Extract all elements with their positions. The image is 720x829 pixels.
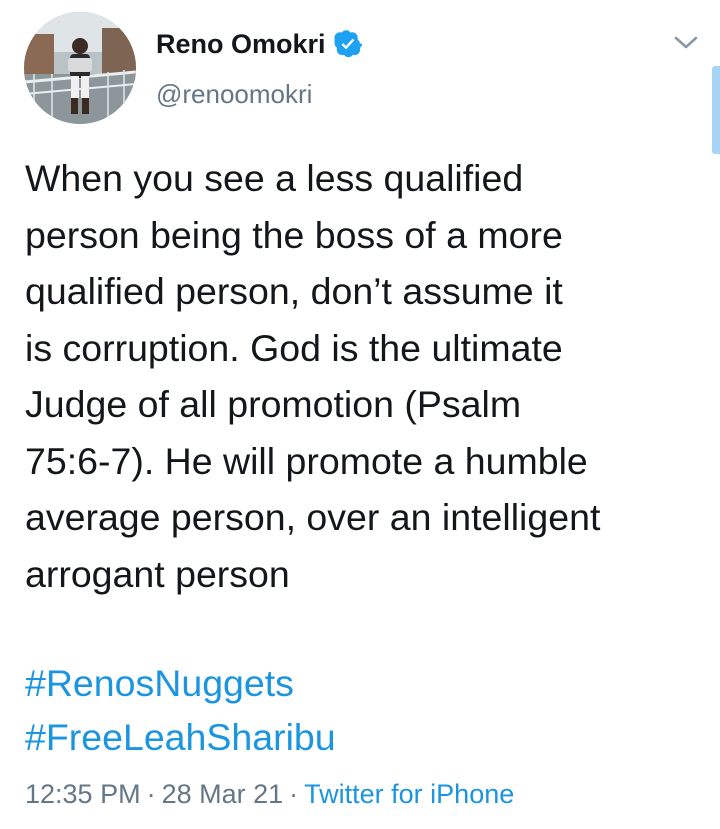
tweet-hashtags: #RenosNuggets #FreeLeahSharibu xyxy=(25,656,336,764)
chevron-down-icon xyxy=(674,36,698,49)
scrollbar-thumb[interactable] xyxy=(712,66,720,154)
meta-separator: · xyxy=(146,779,156,809)
tweet-date[interactable]: 28 Mar 21 xyxy=(162,779,284,809)
tweet-text-line: qualified person, don’t assume it xyxy=(25,270,563,312)
meta-separator: · xyxy=(289,779,299,809)
tweet-text-line: When you see a less qualified xyxy=(25,157,524,199)
tweet-menu-button[interactable] xyxy=(668,28,704,58)
tweet-text-line: arrogant person xyxy=(25,552,290,595)
tweet-metadata: 12:35 PM · 28 Mar 21 · Twitter for iPhone xyxy=(25,777,514,811)
tweet-text-line: 75:6-7). He will promote a humble xyxy=(25,439,588,482)
tweet-text-line: average person, over an intelligent xyxy=(25,496,601,538)
tweet-text-line: is corruption. God is the ultimate xyxy=(25,326,563,369)
tweet-detail: Reno Omokri @renoomokri When you see a l… xyxy=(0,0,720,829)
avatar[interactable] xyxy=(24,12,136,124)
author-display-name[interactable]: Reno Omokri xyxy=(156,28,326,60)
tweet-text-line: person being the boss of a more xyxy=(25,213,563,256)
tweet-time[interactable]: 12:35 PM xyxy=(25,779,141,809)
tweet-text: When you see a less qualified person bei… xyxy=(25,150,700,602)
hashtag-link-freeleahsharibu[interactable]: #FreeLeahSharibu xyxy=(25,710,336,764)
hashtag-link-renosnuggets[interactable]: #RenosNuggets xyxy=(25,656,336,710)
tweet-source-link[interactable]: Twitter for iPhone xyxy=(304,779,514,809)
tweet-text-line: Judge of all promotion (Psalm xyxy=(25,383,522,425)
avatar-photo xyxy=(24,12,136,124)
verified-badge-icon xyxy=(334,30,362,58)
author-handle[interactable]: @renoomokri xyxy=(156,78,312,110)
author-name-row[interactable]: Reno Omokri xyxy=(156,28,362,60)
